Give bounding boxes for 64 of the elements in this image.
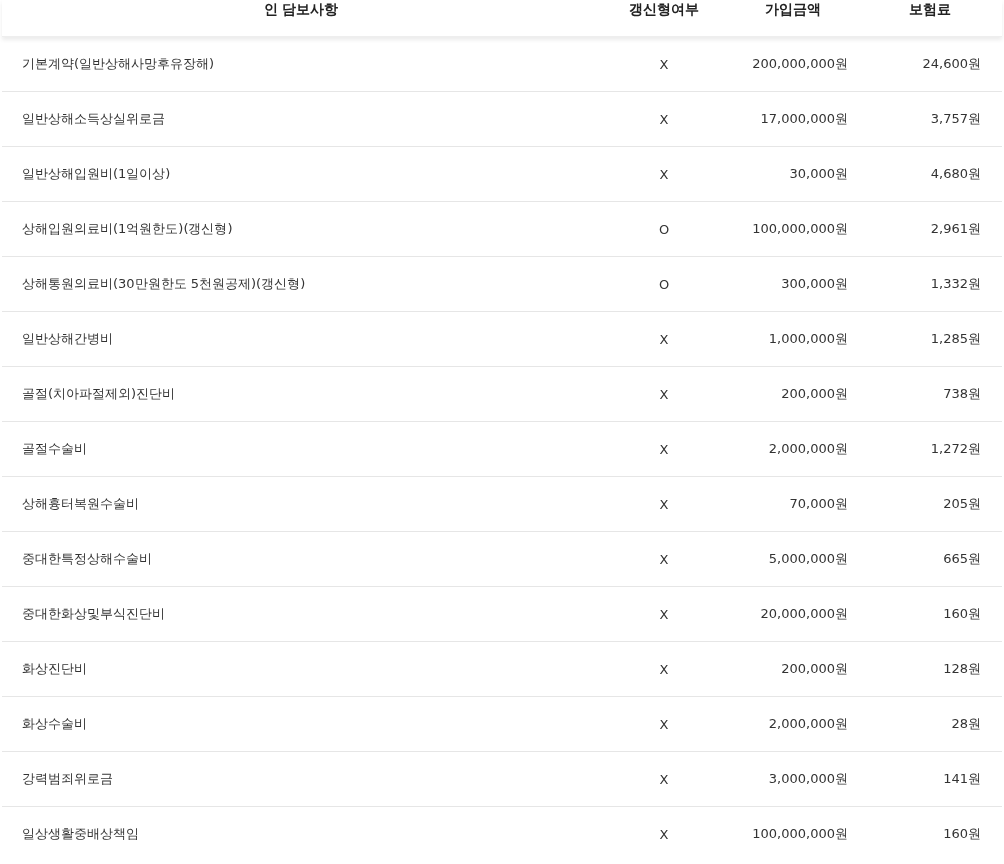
table-cell: O: [658, 276, 670, 292]
table-cell-text: 100,000,000원: [752, 220, 849, 238]
table-cell-text: 665원: [943, 550, 982, 568]
table-cell-text: 200,000,000원: [752, 55, 849, 73]
table-cell: O: [658, 221, 670, 237]
table-cell: X: [659, 606, 669, 622]
table-cell-text: 강력범죄위로금: [21, 770, 113, 788]
table-cell-text: 중대한화상및부식진단비: [21, 605, 165, 623]
table-cell-text: 일상생활중배상책임: [21, 825, 139, 843]
table-cell-text: 200,000원: [781, 660, 849, 678]
table-cell-text: 중대한특정상해수술비: [21, 550, 152, 568]
table-cell-text: 2,961원: [930, 220, 982, 238]
table-cell: X: [659, 771, 669, 787]
table-cell: X: [659, 551, 669, 567]
column-header: 갱신형여부: [629, 1, 699, 19]
table-cell-text: 160원: [943, 605, 982, 623]
table-cell-text: 1,000,000원: [768, 330, 849, 348]
column-header: 인 담보사항: [263, 1, 339, 19]
table-cell-text: 3,757원: [930, 110, 982, 128]
table-cell-text: 골절(치아파절제외)진단비: [21, 385, 176, 403]
table-cell: X: [659, 56, 669, 72]
table-cell: X: [659, 496, 669, 512]
table-cell: X: [659, 826, 669, 842]
table-cell-text: 1,332원: [930, 275, 982, 293]
table-cell-text: 상해통원의료비(30만원한도 5천원공제)(갱신형): [21, 275, 306, 293]
table-cell-text: 17,000,000원: [760, 110, 849, 128]
table-cell-text: 2,000,000원: [768, 440, 849, 458]
table-cell-text: 기본계약(일반상해사망후유장해): [21, 55, 215, 73]
table-cell-text: 4,680원: [930, 165, 982, 183]
column-header: 가입금액: [765, 1, 821, 19]
table-cell-text: 300,000원: [781, 275, 849, 293]
table-cell-text: 200,000원: [781, 385, 849, 403]
column-header: 보험료: [909, 1, 951, 19]
table-cell-text: 화상진단비: [21, 660, 87, 678]
table-cell-text: 70,000원: [789, 495, 849, 513]
table-cell-text: 일반상해입원비(1일이상): [21, 165, 171, 183]
table-cell: X: [659, 331, 669, 347]
table-cell-text: 160원: [943, 825, 982, 843]
table-cell: X: [659, 386, 669, 402]
table-cell-text: 205원: [943, 495, 982, 513]
table-cell-text: 3,000,000원: [768, 770, 849, 788]
table-cell-text: 738원: [943, 385, 982, 403]
table-cell: X: [659, 716, 669, 732]
table-cell-text: 1,272원: [930, 440, 982, 458]
table-cell-text: 28원: [951, 715, 982, 733]
table-cell: X: [659, 441, 669, 457]
table-cell-text: 100,000,000원: [752, 825, 849, 843]
table-cell-text: 상해입원의료비(1억원한도)(갱신형): [21, 220, 233, 238]
table-cell-text: 일반상해소득상실위로금: [21, 110, 165, 128]
table-cell: X: [659, 111, 669, 127]
table-cell-text: 2,000,000원: [768, 715, 849, 733]
table-cell-text: 128원: [943, 660, 982, 678]
table-cell-text: 일반상해간병비: [21, 330, 113, 348]
table-cell-text: 상해흉터복원수술비: [21, 495, 139, 513]
table-cell-text: 24,600원: [922, 55, 982, 73]
table-cell-text: 골절수술비: [21, 440, 87, 458]
table-cell-text: 30,000원: [789, 165, 849, 183]
table-cell-text: 화상수술비: [21, 715, 87, 733]
table-cell: X: [659, 166, 669, 182]
table-cell-text: 1,285원: [930, 330, 982, 348]
table-cell-text: 20,000,000원: [760, 605, 849, 623]
table-cell: X: [659, 661, 669, 677]
table-cell-text: 5,000,000원: [768, 550, 849, 568]
table-cell-text: 141원: [943, 770, 982, 788]
